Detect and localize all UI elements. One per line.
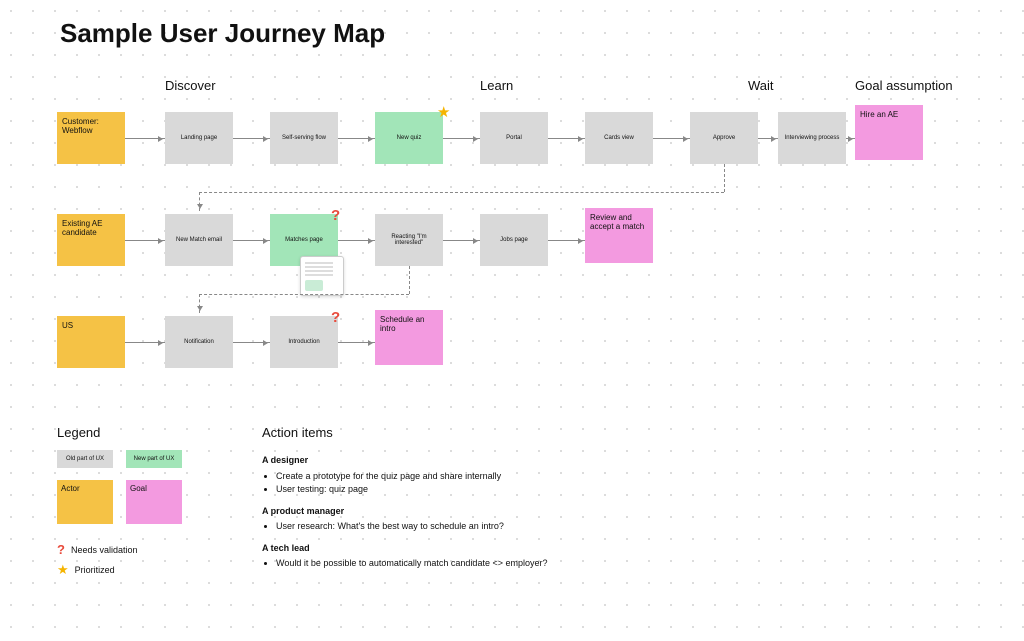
- arrow: [338, 240, 375, 241]
- stage-goal: Goal assumption: [855, 78, 953, 93]
- diagram-title: Sample User Journey Map: [60, 18, 385, 49]
- stage-discover: Discover: [165, 78, 216, 93]
- question-icon: ?: [331, 207, 340, 224]
- step-portal[interactable]: Portal: [480, 112, 548, 164]
- stage-learn: Learn: [480, 78, 513, 93]
- step-self-serving-flow[interactable]: Self-serving flow: [270, 112, 338, 164]
- goal-hire-ae[interactable]: Hire an AE: [855, 105, 923, 160]
- arrow: [338, 138, 375, 139]
- action-role-pm: A product manager: [262, 505, 682, 519]
- action-item: Create a prototype for the quiz page and…: [276, 470, 682, 484]
- stage-wait: Wait: [748, 78, 774, 93]
- arrow: [125, 138, 165, 139]
- question-icon: ?: [57, 542, 65, 557]
- arrow: [443, 240, 480, 241]
- legend-new-ux: New part of UX: [126, 450, 182, 468]
- action-item: Would it be possible to automatically ma…: [276, 557, 682, 571]
- step-introduction[interactable]: Introduction: [270, 316, 338, 368]
- legend-prioritized: ★ Prioritized: [57, 562, 115, 578]
- legend-title: Legend: [57, 425, 100, 440]
- actor-us[interactable]: US: [57, 316, 125, 368]
- action-items-title: Action items: [262, 425, 333, 440]
- dashed-connector: [409, 266, 410, 294]
- step-new-match-email[interactable]: New Match email: [165, 214, 233, 266]
- step-cards-view[interactable]: Cards view: [585, 112, 653, 164]
- arrow: [125, 342, 165, 343]
- dashed-connector: [199, 294, 409, 295]
- arrow: [548, 240, 585, 241]
- legend-needs-validation: ? Needs validation: [57, 542, 138, 557]
- step-landing-page[interactable]: Landing page: [165, 112, 233, 164]
- step-reacting-interested[interactable]: Reacting "I'm interested": [375, 214, 443, 266]
- arrow: [233, 342, 270, 343]
- legend-prioritized-label: Prioritized: [75, 565, 115, 575]
- dashed-connector: [199, 192, 200, 211]
- step-jobs-page[interactable]: Jobs page: [480, 214, 548, 266]
- actor-customer[interactable]: Customer: Webflow: [57, 112, 125, 164]
- step-new-quiz[interactable]: New quiz: [375, 112, 443, 164]
- arrow: [846, 138, 855, 139]
- legend-needs-validation-label: Needs validation: [71, 545, 138, 555]
- arrow: [233, 138, 270, 139]
- action-item: User research: What's the best way to sc…: [276, 520, 682, 534]
- dashed-connector: [199, 294, 200, 313]
- arrow: [548, 138, 585, 139]
- star-icon: ★: [57, 562, 69, 578]
- goal-review-accept-match[interactable]: Review and accept a match: [585, 208, 653, 263]
- goal-schedule-intro[interactable]: Schedule an intro: [375, 310, 443, 365]
- step-notification[interactable]: Notification: [165, 316, 233, 368]
- star-icon: ★: [437, 103, 450, 121]
- action-items-body: A designer Create a prototype for the qu…: [262, 446, 682, 571]
- arrow: [653, 138, 690, 139]
- screenshot-thumbnail[interactable]: [300, 256, 344, 296]
- legend-old-ux: Old part of UX: [57, 450, 113, 468]
- actor-candidate[interactable]: Existing AE candidate: [57, 214, 125, 266]
- action-role-techlead: A tech lead: [262, 542, 682, 556]
- arrow: [443, 138, 480, 139]
- action-item: User testing: quiz page: [276, 483, 682, 497]
- step-approve[interactable]: Approve: [690, 112, 758, 164]
- action-role-designer: A designer: [262, 454, 682, 468]
- dashed-connector: [199, 192, 724, 193]
- legend-actor: Actor: [57, 480, 113, 524]
- arrow: [758, 138, 778, 139]
- arrow: [338, 342, 375, 343]
- legend-goal: Goal: [126, 480, 182, 524]
- step-interviewing-process[interactable]: Interviewing process: [778, 112, 846, 164]
- arrow: [233, 240, 270, 241]
- dashed-connector: [724, 164, 725, 192]
- arrow: [125, 240, 165, 241]
- question-icon: ?: [331, 309, 340, 326]
